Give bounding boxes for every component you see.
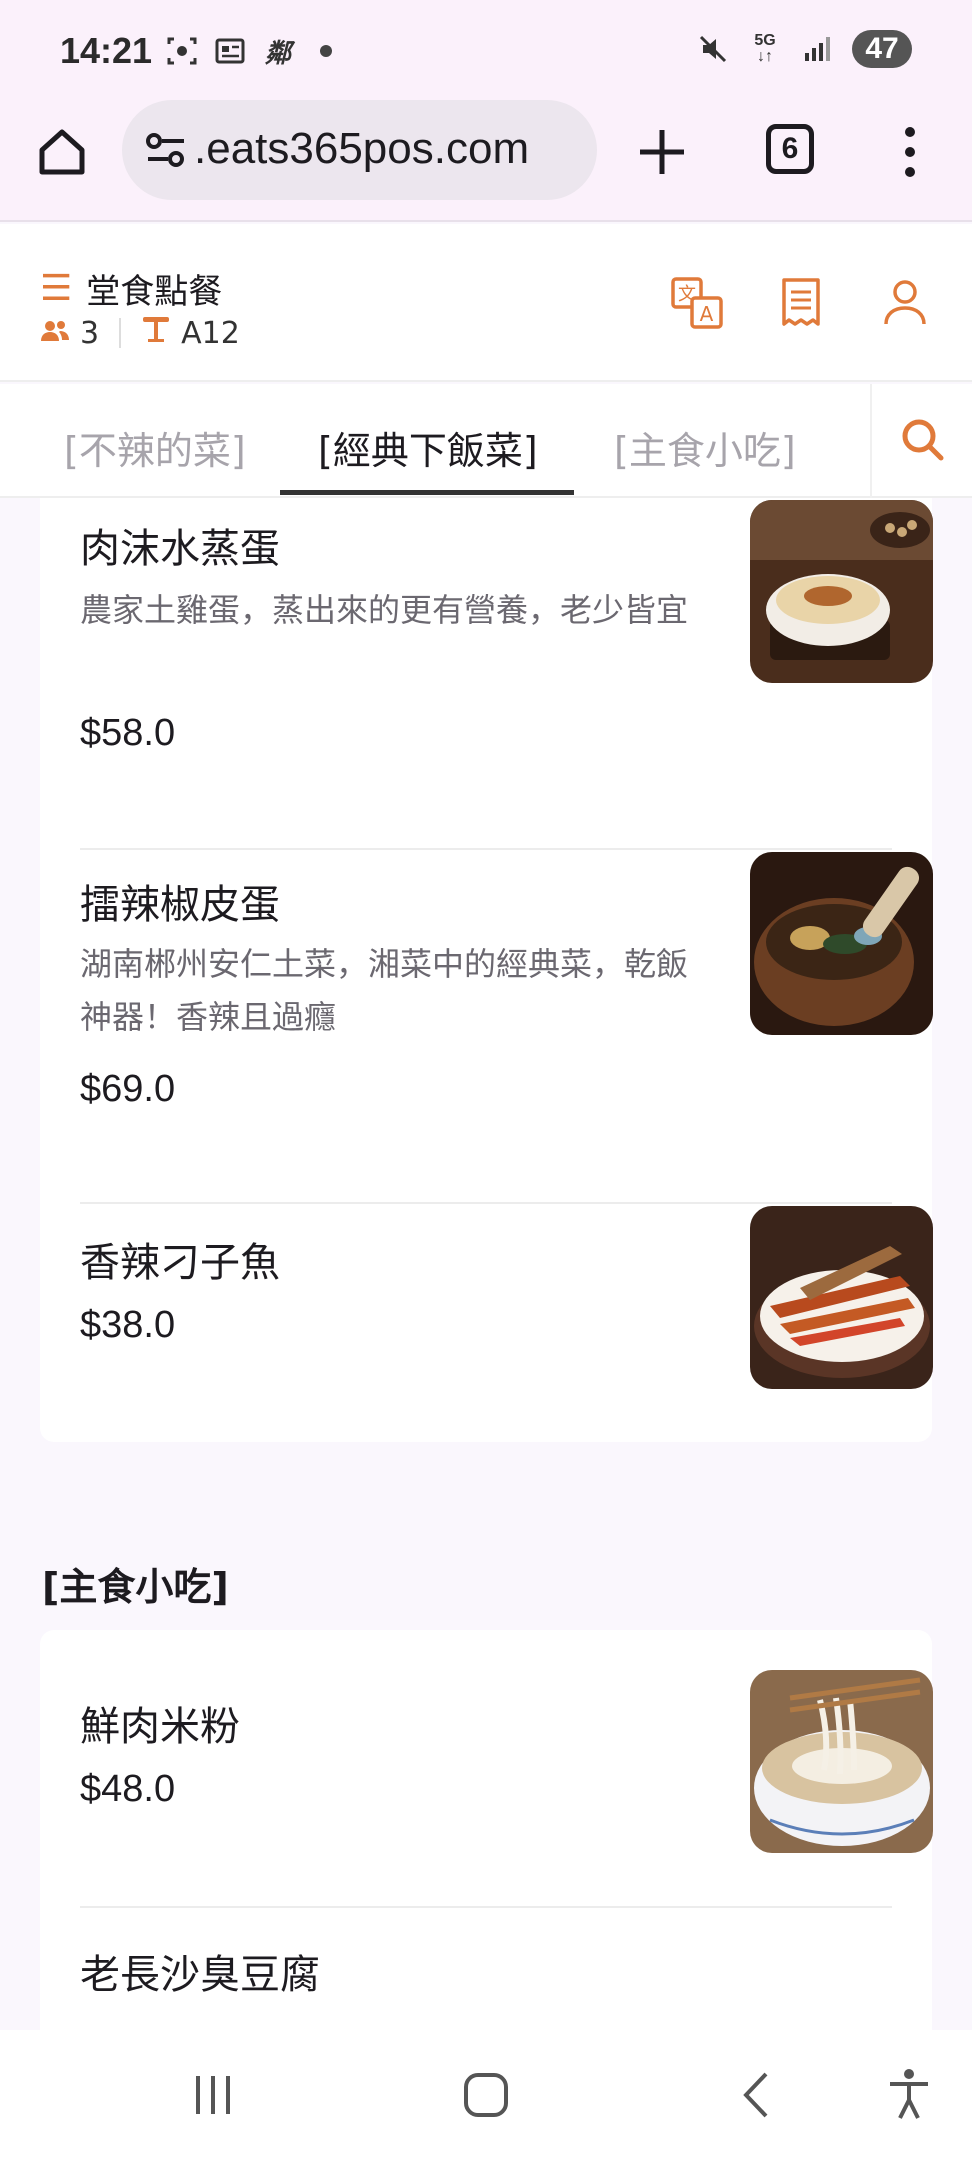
- status-time: 14:21: [60, 30, 153, 71]
- table-number: A12: [181, 315, 240, 351]
- menu-item[interactable]: 香辣刁子魚 $38.0: [80, 1206, 933, 1442]
- menu-item[interactable]: 老長沙臭豆腐: [80, 1910, 932, 2030]
- item-name: 老長沙臭豆腐: [80, 1952, 320, 1998]
- item-price: $38.0: [80, 1304, 176, 1346]
- tab-no-spicy[interactable]: [不辣的菜]: [64, 420, 246, 475]
- app-icon: 鄰: [264, 38, 291, 69]
- table-icon: [141, 314, 171, 352]
- page-title: 堂食點餐: [86, 272, 223, 312]
- rice-noodle-image: [750, 1670, 933, 1853]
- item-description: 農家土雞蛋，蒸出來的更有營養，老少皆宜: [80, 591, 689, 629]
- menu-card-classic: 肉沫水蒸蛋 農家土雞蛋，蒸出來的更有營養，老少皆宜 $58.0 擂辣椒皮蛋 湖南…: [40, 498, 933, 1442]
- more-options-icon[interactable]: [900, 124, 920, 180]
- item-description: 湖南郴州安仁土菜，湘菜中的經典菜，乾飯神器！香辣且過癮: [80, 945, 689, 1036]
- divider: [119, 318, 122, 348]
- browser-toolbar: .eats365pos.com 6: [0, 100, 972, 222]
- accessibility-icon[interactable]: [874, 2060, 944, 2130]
- new-tab-icon[interactable]: [636, 126, 688, 178]
- system-icons: 5G ↓↑ 47: [696, 30, 912, 68]
- tab-switcher-button[interactable]: 6: [766, 124, 814, 174]
- century-egg-image: [750, 852, 933, 1035]
- item-name: 鮮肉米粉: [80, 1704, 240, 1750]
- steamed-egg-image: [750, 500, 933, 683]
- category-tabs: [不辣的菜] [經典下飯菜] [主食小吃]: [0, 384, 972, 498]
- item-divider: [80, 848, 892, 850]
- menu-list: 肉沫水蒸蛋 農家土雞蛋，蒸出來的更有營養，老少皆宜 $58.0 擂辣椒皮蛋 湖南…: [0, 498, 972, 2030]
- item-price: $69.0: [80, 1068, 176, 1110]
- section-title: [主食小吃]: [42, 1565, 229, 1609]
- translate-icon[interactable]: 文A: [670, 276, 724, 330]
- receipt-icon[interactable]: [774, 276, 828, 330]
- signal-icon: [800, 32, 834, 66]
- guest-count: 3: [80, 315, 100, 351]
- menu-card-staples: 鮮肉米粉 $48.0 老長沙臭豆腐: [40, 1630, 933, 2030]
- hamburger-icon[interactable]: ☰: [40, 268, 72, 309]
- url-text[interactable]: .eats365pos.com: [194, 124, 589, 174]
- dot-icon: [309, 34, 343, 68]
- user-icon[interactable]: [878, 276, 932, 330]
- spicy-fish-image: [750, 1206, 933, 1389]
- item-name: 香辣刁子魚: [80, 1240, 280, 1286]
- back-icon[interactable]: [722, 2060, 792, 2130]
- item-price: $58.0: [80, 712, 176, 754]
- menu-item[interactable]: 鮮肉米粉 $48.0: [80, 1670, 933, 1906]
- home-button-icon[interactable]: [451, 2060, 521, 2130]
- header-actions: 文A: [670, 276, 932, 330]
- item-price: $48.0: [80, 1768, 176, 1810]
- network-icon: 5G ↓↑: [754, 32, 776, 65]
- search-button[interactable]: [870, 384, 972, 498]
- menu-item[interactable]: 擂辣椒皮蛋 湖南郴州安仁土菜，湘菜中的經典菜，乾飯神器！香辣且過癮 $69.0: [80, 852, 933, 1202]
- home-icon[interactable]: [34, 124, 90, 180]
- active-tab-indicator: [280, 490, 574, 495]
- guests-icon: [40, 316, 70, 351]
- item-name: 擂辣椒皮蛋: [80, 882, 280, 928]
- order-mode[interactable]: ☰ 堂食點餐: [40, 264, 222, 313]
- recent-apps-icon[interactable]: [178, 2060, 248, 2130]
- tab-staple-snacks[interactable]: [主食小吃]: [614, 420, 796, 475]
- app-header: ☰ 堂食點餐 3 A12 文A: [0, 224, 972, 382]
- mute-icon: [696, 32, 730, 66]
- news-icon: [213, 34, 247, 68]
- screenshot-icon: [165, 34, 199, 68]
- battery-icon: 47: [852, 30, 912, 68]
- item-name: 肉沫水蒸蛋: [80, 526, 280, 572]
- site-settings-icon[interactable]: [144, 130, 188, 170]
- search-icon[interactable]: [899, 416, 945, 466]
- notification-icons: 鄰: [165, 34, 343, 69]
- address-bar[interactable]: .eats365pos.com: [122, 100, 597, 200]
- item-divider: [80, 1906, 892, 1908]
- svg-text:A: A: [700, 302, 714, 326]
- item-divider: [80, 1202, 892, 1204]
- menu-item[interactable]: 肉沫水蒸蛋 農家土雞蛋，蒸出來的更有營養，老少皆宜 $58.0: [80, 498, 933, 848]
- tab-classic-rice-dishes[interactable]: [經典下飯菜]: [318, 420, 538, 475]
- status-bar: 14:21 鄰 5G ↓↑ 47: [0, 0, 972, 100]
- system-navigation-bar: [0, 2030, 972, 2160]
- table-info: 3 A12: [40, 314, 240, 352]
